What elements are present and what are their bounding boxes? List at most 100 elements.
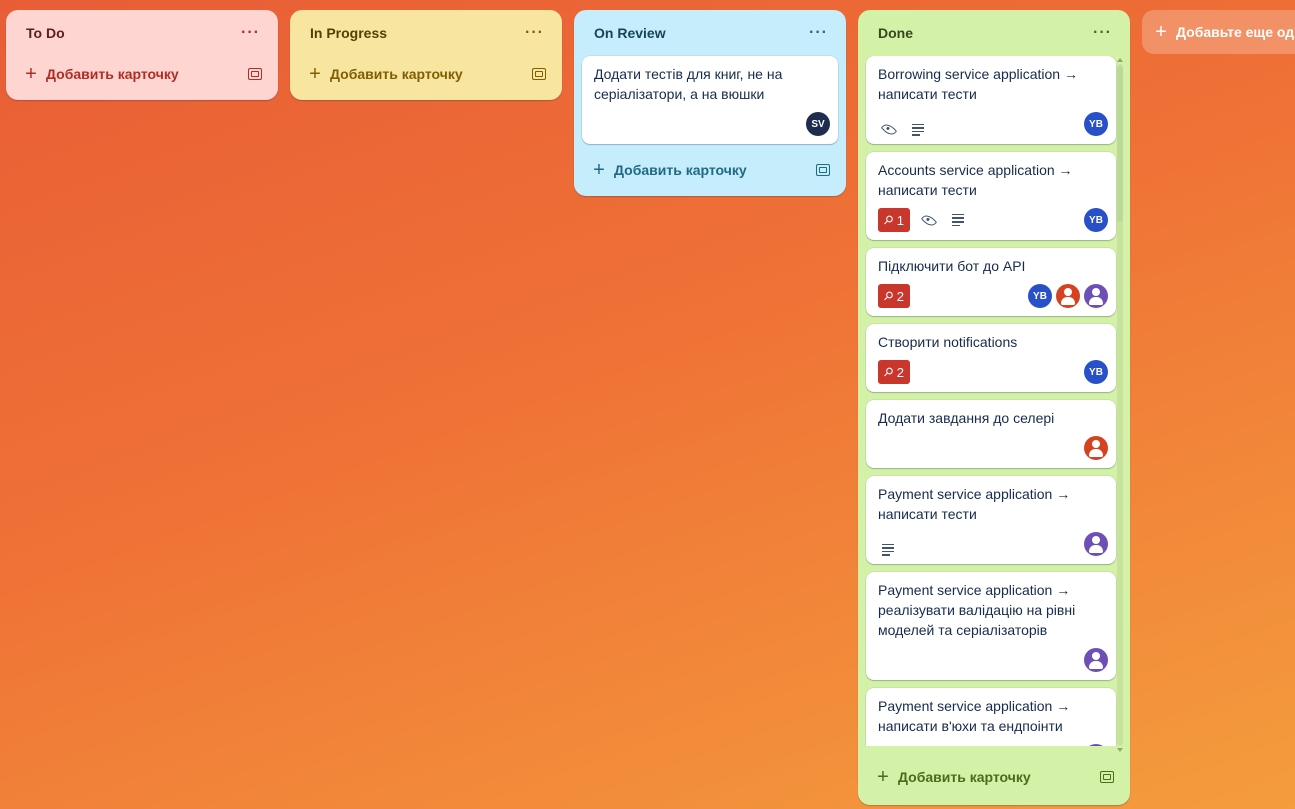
card-footer: ⚲ 2 YB: [878, 280, 1108, 308]
add-card-button[interactable]: + Добавить карточку: [298, 56, 554, 92]
template-icon[interactable]: [1100, 771, 1114, 783]
avatar[interactable]: YB: [1084, 208, 1108, 232]
card[interactable]: Payment service application → написати т…: [866, 476, 1116, 564]
card-members: [1084, 648, 1108, 672]
add-list-label: Добавьте еще одн: [1176, 24, 1295, 40]
scroll-down-arrow[interactable]: [1117, 748, 1123, 752]
person-icon[interactable]: [1084, 436, 1108, 460]
card[interactable]: Підключити бот до API ⚲ 2 YB: [866, 248, 1116, 316]
add-card-label: Добавить карточку: [330, 66, 463, 82]
add-card-left: + Добавить карточку: [24, 63, 179, 85]
description-icon: [952, 213, 965, 227]
add-card-left: + Добавить карточку: [592, 159, 747, 181]
add-card-label: Добавить карточку: [898, 769, 1031, 785]
card-members: YB: [1084, 112, 1108, 136]
pin-count: 2: [896, 288, 905, 304]
add-list-button[interactable]: + Добавьте еще одн: [1142, 10, 1295, 54]
person-icon[interactable]: [1084, 532, 1108, 556]
add-card-left: + Добавить карточку: [308, 63, 463, 85]
list-title[interactable]: On Review: [594, 25, 666, 41]
card[interactable]: Payment service application → написати в…: [866, 688, 1116, 746]
list-menu-icon[interactable]: ···: [521, 24, 548, 42]
card[interactable]: Borrowing service application → написати…: [866, 56, 1116, 144]
person-icon[interactable]: [1084, 284, 1108, 308]
card[interactable]: Accounts service application → написати …: [866, 152, 1116, 240]
pin-icon: ⚲: [880, 287, 897, 305]
card-title: Додати завдання до селері: [878, 410, 1055, 426]
plus-icon: +: [593, 159, 605, 181]
eye-icon: [880, 121, 898, 138]
card-title: Borrowing service application → написати…: [878, 66, 1078, 102]
card-footer: YB: [878, 108, 1108, 138]
plus-icon: +: [1155, 21, 1167, 43]
card-footer: ⚲ 1 YB: [878, 204, 1108, 232]
card-title: Додати тестів для книг, не на серіалізат…: [594, 66, 783, 102]
plus-icon: +: [25, 63, 37, 85]
add-card-label: Добавить карточку: [46, 66, 179, 82]
list-menu-icon[interactable]: ···: [805, 24, 832, 42]
card-badges: ⚲ 2: [878, 360, 911, 384]
person-icon[interactable]: [1084, 648, 1108, 672]
template-icon[interactable]: [248, 68, 262, 80]
add-card-label: Добавить карточку: [614, 162, 747, 178]
card-badges: [878, 121, 928, 138]
person-icon[interactable]: [1056, 284, 1080, 308]
card-badges: [878, 543, 898, 556]
list-menu-icon[interactable]: ···: [1089, 24, 1116, 42]
avatar[interactable]: SV: [806, 112, 830, 136]
card-footer: SV: [594, 108, 830, 136]
card-title: Payment service application → написати в…: [878, 698, 1071, 734]
card-members: [1084, 532, 1108, 556]
pin-count: 2: [896, 364, 905, 380]
card-title: Payment service application → написати т…: [878, 486, 1071, 522]
scroll-up-arrow[interactable]: [1117, 58, 1123, 62]
scroll-thumb[interactable]: [1117, 66, 1123, 222]
pin-icon: ⚲: [880, 211, 897, 229]
avatar[interactable]: YB: [1084, 360, 1108, 384]
card-footer: [878, 740, 1108, 746]
card-members: SV: [806, 112, 830, 136]
list-menu-icon[interactable]: ···: [237, 24, 264, 42]
add-card-button[interactable]: + Добавить карточку: [14, 56, 270, 92]
list-done: Done ··· Borrowing service application →…: [858, 10, 1130, 805]
template-icon[interactable]: [816, 164, 830, 176]
card[interactable]: Створити notifications ⚲ 2 YB: [866, 324, 1116, 392]
list-title[interactable]: To Do: [26, 25, 65, 41]
list-title[interactable]: In Progress: [310, 25, 387, 41]
list-header: To Do ···: [6, 10, 278, 56]
card-members: YB: [1084, 360, 1108, 384]
pin-badge: ⚲ 2: [878, 284, 911, 308]
card[interactable]: Додати завдання до селері: [866, 400, 1116, 468]
list-on-review: On Review ··· Додати тестів для книг, не…: [574, 10, 846, 196]
card-members: [1084, 436, 1108, 460]
plus-icon: +: [877, 766, 889, 788]
card-footer: [878, 644, 1108, 672]
card-footer: [878, 432, 1108, 460]
card[interactable]: Payment service application → реалізуват…: [866, 572, 1116, 680]
pin-icon: ⚲: [880, 363, 897, 381]
pin-count: 1: [896, 212, 905, 228]
pin-badge: ⚲ 1: [878, 208, 911, 232]
card-title: Payment service application → реалізуват…: [878, 582, 1076, 638]
card-members: YB: [1028, 284, 1108, 308]
eye-icon: [920, 211, 938, 229]
card-members: YB: [1084, 208, 1108, 232]
card[interactable]: Додати тестів для книг, не на серіалізат…: [582, 56, 838, 144]
description-icon: [882, 543, 894, 556]
add-card-button[interactable]: + Добавить карточку: [866, 759, 1122, 795]
add-card-left: + Добавить карточку: [876, 766, 1031, 788]
list-header: In Progress ···: [290, 10, 562, 56]
card-footer: [878, 528, 1108, 556]
description-icon: [912, 123, 924, 136]
card-title: Accounts service application → написати …: [878, 162, 1073, 198]
list-title[interactable]: Done: [878, 25, 913, 41]
person-icon[interactable]: [1084, 744, 1108, 746]
add-card-button[interactable]: + Добавить карточку: [582, 152, 838, 188]
plus-icon: +: [309, 63, 321, 85]
cards-container[interactable]: Borrowing service application → написати…: [858, 56, 1130, 746]
avatar[interactable]: YB: [1028, 284, 1052, 308]
avatar[interactable]: YB: [1084, 112, 1108, 136]
scrollbar[interactable]: [1116, 58, 1124, 752]
template-icon[interactable]: [532, 68, 546, 80]
board: To Do ··· + Добавить карточку In Progres…: [6, 10, 1295, 809]
